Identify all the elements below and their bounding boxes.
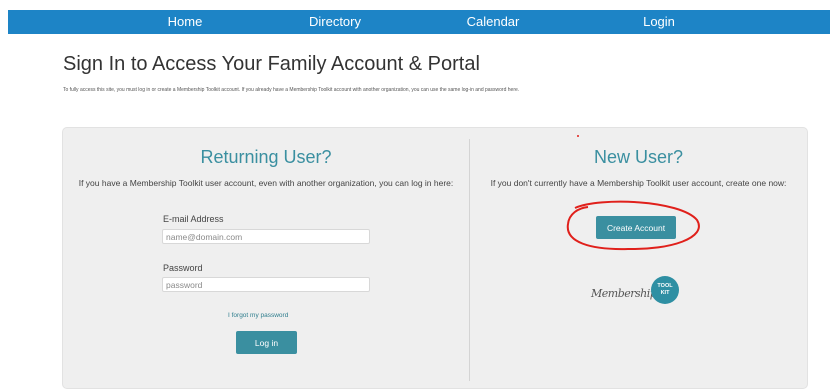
returning-user-heading: Returning User? xyxy=(200,147,332,167)
log-in-button[interactable]: Log in xyxy=(236,331,297,354)
logo-script-text: Membership xyxy=(591,287,657,300)
sign-in-panel: Returning User? If you have a Membership… xyxy=(62,127,808,389)
password-label: Password xyxy=(163,263,203,273)
forgot-password-link[interactable]: I forgot my password xyxy=(228,312,288,319)
membership-toolkit-logo: Membership TOOL KIT xyxy=(591,276,711,312)
create-account-button[interactable]: Create Account xyxy=(596,216,676,239)
intro-text: To fully access this site, you must log … xyxy=(63,87,520,93)
nav-home-link[interactable]: Home xyxy=(125,10,245,34)
password-field[interactable] xyxy=(162,277,370,292)
badge-line-1: TOOL xyxy=(657,283,673,289)
badge-line-2: KIT xyxy=(660,290,670,296)
new-user-heading: New User? xyxy=(593,147,684,167)
panel-divider xyxy=(469,139,470,381)
nav-directory-link[interactable]: Directory xyxy=(275,10,395,34)
new-user-description: If you don't currently have a Membership… xyxy=(490,178,787,188)
nav-login-link[interactable]: Login xyxy=(599,10,719,34)
email-label: E-mail Address xyxy=(163,214,224,224)
email-field[interactable] xyxy=(162,229,370,244)
page-title: Sign In to Access Your Family Account & … xyxy=(63,53,480,75)
returning-user-description: If you have a Membership Toolkit user ac… xyxy=(78,178,454,188)
nav-calendar-link[interactable]: Calendar xyxy=(433,10,553,34)
toolkit-badge: TOOL KIT xyxy=(651,276,679,304)
top-nav-bar: Home Directory Calendar Login xyxy=(8,10,830,34)
